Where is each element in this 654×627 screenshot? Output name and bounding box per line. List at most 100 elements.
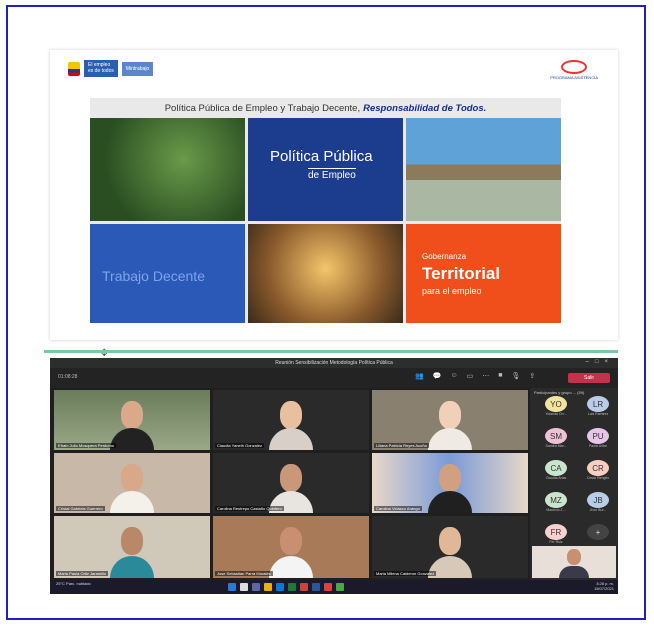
camera-icon[interactable]: ■ bbox=[498, 372, 502, 380]
excel-icon[interactable] bbox=[288, 583, 296, 591]
teams-meeting-window: Reunión Sensibilización Metodología Polí… bbox=[50, 358, 618, 594]
video-tile[interactable]: Carolina Restrepo Castaño Quintero bbox=[213, 453, 369, 513]
start-icon[interactable] bbox=[228, 583, 236, 591]
participant-body bbox=[110, 556, 154, 578]
folder-icon[interactable] bbox=[264, 583, 272, 591]
video-tile[interactable]: Efrain Julio Mosquera Perdomo bbox=[54, 390, 210, 450]
tile-farmer-photo bbox=[90, 118, 245, 221]
tile-gov-line3: para el empleo bbox=[422, 286, 482, 296]
ministry-label: Mintrabajo bbox=[121, 61, 154, 76]
tile-trabajo-decente: Trabajo Decente bbox=[90, 224, 245, 323]
chrome-icon[interactable] bbox=[324, 583, 332, 591]
participant-name: Carolina Restrepo Castaño Quintero bbox=[215, 506, 284, 511]
edge-icon[interactable] bbox=[276, 583, 284, 591]
avatar[interactable]: CA Claudia Arias bbox=[538, 460, 574, 486]
video-tile[interactable]: Claudia Yaneth Gonzalez bbox=[213, 390, 369, 450]
avatar-initials: SM bbox=[545, 428, 567, 444]
avatar-caption: Yolanda Orr... bbox=[545, 412, 567, 416]
tile-river-photo bbox=[406, 118, 561, 221]
participant-face bbox=[121, 463, 143, 492]
participant-face bbox=[280, 463, 302, 492]
avatar-initials: MZ bbox=[545, 492, 567, 508]
avatar[interactable]: SM Sandra Mar... bbox=[538, 428, 574, 454]
banner-title-bold: Responsabilidad de Todos. bbox=[363, 102, 487, 114]
weather-widget[interactable]: 25°C Parc. nublado bbox=[56, 581, 91, 587]
avatar-caption: Sandra Mar... bbox=[545, 444, 567, 448]
rooms-icon[interactable]: ▭ bbox=[467, 372, 474, 380]
avatar-caption: Jhon Bur... bbox=[589, 508, 607, 512]
program-logo: PROGRAMA ASISTENCIA bbox=[550, 60, 598, 80]
video-tile[interactable]: Maria Milena Calderon Gonzalez bbox=[372, 516, 528, 578]
avatar-initials: FR bbox=[545, 524, 567, 540]
slide-header: El empleo es de todos Mintrabajo PROGRAM… bbox=[50, 50, 618, 95]
self-video-tile[interactable] bbox=[532, 546, 616, 578]
avatar-caption: Claudia Arias bbox=[545, 476, 567, 480]
participant-body bbox=[559, 566, 589, 578]
powerpoint-icon[interactable] bbox=[300, 583, 308, 591]
avatar-initials: + bbox=[587, 524, 609, 540]
participant-body bbox=[269, 428, 313, 450]
video-tile[interactable]: Maria Paula Ortiz Jaramillo bbox=[54, 516, 210, 578]
avatar[interactable]: PU Paola Uribe bbox=[580, 428, 616, 454]
avatar-initials: CR bbox=[587, 460, 609, 476]
system-clock[interactable]: 3:28 p. m. 15/07/2021 bbox=[594, 581, 614, 592]
participants-icon[interactable]: 👥 bbox=[415, 372, 424, 380]
mic-icon[interactable]: 🎙 bbox=[511, 372, 520, 380]
windows-taskbar: 25°C Parc. nublado 3:28 p. m. 15/07/2021 bbox=[50, 580, 618, 594]
participant-face bbox=[439, 463, 461, 492]
banner-title: Política Pública de Empleo y Trabajo Dec… bbox=[90, 98, 561, 118]
participant-face bbox=[439, 400, 461, 429]
avatar-grid: YO Yolanda Orr... LR Luis Ramirez SM Sandra… bbox=[538, 396, 616, 550]
chat-icon[interactable]: 💬 bbox=[433, 372, 442, 380]
presentation-slide: El empleo es de todos Mintrabajo PROGRAM… bbox=[50, 50, 618, 359]
participant-face bbox=[439, 527, 461, 556]
avatar[interactable]: LR Luis Ramirez bbox=[580, 396, 616, 422]
section-divider bbox=[44, 350, 618, 353]
banner-title-plain: Política Pública de Empleo y Trabajo Dec… bbox=[164, 102, 361, 114]
video-tile[interactable]: Jose Sebastian Parra Morales bbox=[213, 516, 369, 578]
window-controls[interactable]: –□× bbox=[586, 359, 614, 365]
participant-name: Cristal Gabriela Guerrero bbox=[56, 506, 105, 511]
video-tile[interactable]: Liliana Patricia Reyes Acuña bbox=[372, 390, 528, 450]
window-titlebar: Reunión Sensibilización Metodología Polí… bbox=[50, 358, 618, 368]
participant-face bbox=[121, 527, 143, 556]
app-icon[interactable] bbox=[336, 583, 344, 591]
window-title: Reunión Sensibilización Metodología Polí… bbox=[275, 360, 393, 366]
participant-name: Maria Milena Calderon Gonzalez bbox=[374, 571, 437, 576]
avatar[interactable]: MZ Mauricio Z... bbox=[538, 492, 574, 518]
leave-button[interactable]: Salir bbox=[568, 373, 610, 383]
reactions-icon[interactable]: ☺ bbox=[450, 372, 457, 380]
search-icon[interactable] bbox=[240, 583, 248, 591]
tile-policy-big: Política Pública bbox=[270, 148, 373, 165]
share-icon[interactable]: ⇪ bbox=[529, 372, 535, 380]
participant-body bbox=[269, 556, 313, 578]
video-tile[interactable]: Carolina Velasco Arango bbox=[372, 453, 528, 513]
program-ring-icon bbox=[561, 60, 588, 74]
avatar-caption: Cesar Rengifo bbox=[586, 476, 610, 480]
participant-body bbox=[428, 428, 472, 450]
more-icon[interactable]: ⋯ bbox=[482, 372, 489, 380]
word-icon[interactable] bbox=[312, 583, 320, 591]
taskbar-icons bbox=[228, 583, 344, 591]
colombia-crest-icon bbox=[68, 61, 80, 76]
participant-body bbox=[110, 428, 154, 450]
participant-body bbox=[110, 491, 154, 513]
tile-gobernanza: Gobernanza Territorial para el empleo bbox=[406, 224, 561, 323]
avatar[interactable]: YO Yolanda Orr... bbox=[538, 396, 574, 422]
participant-body bbox=[428, 491, 472, 513]
gov-logo-box: El empleo es de todos bbox=[84, 60, 118, 77]
participant-name: Claudia Yaneth Gonzalez bbox=[215, 443, 264, 448]
avatar[interactable]: CR Cesar Rengifo bbox=[580, 460, 616, 486]
tile-decent-text: Trabajo Decente bbox=[102, 268, 205, 284]
avatar-caption: Fer Ruiz bbox=[549, 540, 563, 544]
meeting-toolbar: 01:08:28 👥 💬 ☺ ▭ ⋯ ■ 🎙 ⇪ Salir bbox=[50, 368, 618, 388]
avatar-caption: Paola Uribe bbox=[588, 444, 608, 448]
avatar-initials: LR bbox=[587, 396, 609, 412]
teams-icon[interactable] bbox=[252, 583, 260, 591]
participant-face bbox=[280, 527, 302, 556]
avatar-initials: CA bbox=[545, 460, 567, 476]
avatar[interactable]: JB Jhon Bur... bbox=[580, 492, 616, 518]
meeting-timer: 01:08:28 bbox=[58, 374, 78, 380]
participant-name: Liliana Patricia Reyes Acuña bbox=[374, 443, 429, 448]
video-tile[interactable]: Cristal Gabriela Guerrero bbox=[54, 453, 210, 513]
